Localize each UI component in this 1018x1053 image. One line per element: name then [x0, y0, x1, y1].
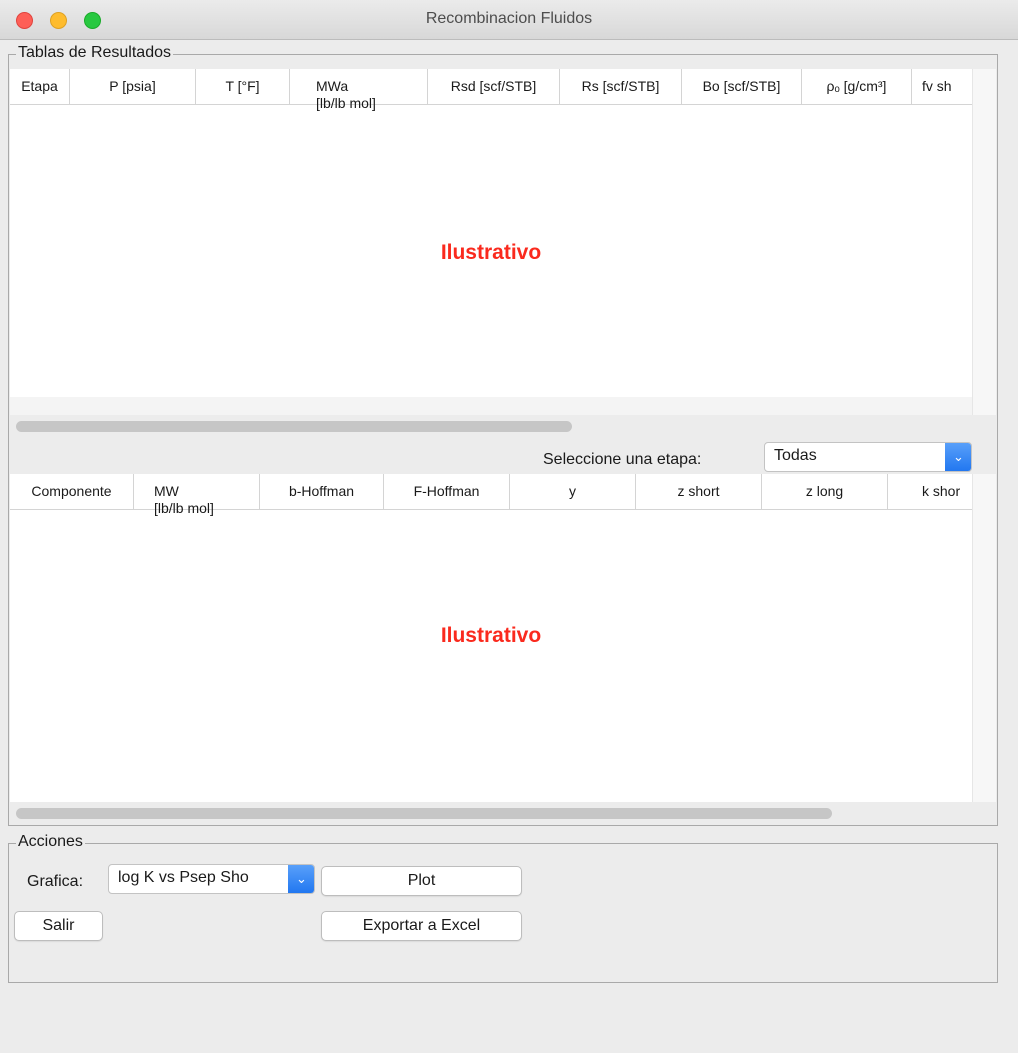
col-y[interactable]: y: [510, 474, 636, 510]
col-rs-label: Rs [scf/STB]: [581, 78, 660, 94]
stage-select-value: Todas: [774, 447, 817, 464]
components-table-header: Componente MW [lb/lb mol] b-Hoffman F-Ho…: [10, 474, 972, 516]
col-bo[interactable]: Bo [scf/STB]: [682, 69, 802, 105]
results-table-header: Etapa P [psia] T [°F] MWa [lb/lb mol] Rs…: [10, 69, 972, 111]
results-table[interactable]: Etapa P [psia] T [°F] MWa [lb/lb mol] Rs…: [10, 69, 972, 415]
title-bar: Recombinacion Fluidos: [0, 0, 1018, 40]
graph-select-value: log K vs Psep Sho: [118, 869, 249, 886]
col-fv-label: fv sh: [922, 78, 952, 94]
components-table-vscroll[interactable]: [972, 474, 996, 802]
col-mwa[interactable]: MWa [lb/lb mol]: [290, 69, 428, 111]
results-table-hscroll-track: [10, 397, 972, 415]
results-table-placeholder: Ilustrativo: [440, 241, 542, 264]
col-z-long[interactable]: z long: [762, 474, 888, 510]
col-t-label: T [°F]: [225, 78, 260, 94]
col-etapa[interactable]: Etapa: [10, 69, 70, 105]
graph-select-label: Grafica:: [27, 873, 84, 890]
stage-select-label: Seleccione una etapa:: [543, 451, 702, 468]
col-componente[interactable]: Componente: [10, 474, 134, 510]
col-rho[interactable]: ρₒ [g/cm³]: [802, 69, 912, 105]
components-table-placeholder: Ilustrativo: [440, 624, 542, 647]
graph-select[interactable]: log K vs Psep Sho ⌄: [108, 864, 315, 894]
col-z-long-label: z long: [805, 483, 844, 499]
col-bo-label: Bo [scf/STB]: [702, 78, 781, 94]
window-title: Recombinacion Fluidos: [425, 10, 593, 27]
col-mw[interactable]: MW [lb/lb mol]: [134, 474, 260, 516]
col-mw-unit: [lb/lb mol]: [154, 500, 214, 516]
col-rho-label: ρₒ [g/cm³]: [826, 78, 887, 94]
col-b-hoffman-label: b-Hoffman: [288, 483, 355, 499]
col-p[interactable]: P [psia]: [70, 69, 196, 105]
col-etapa-label: Etapa: [21, 78, 58, 94]
col-z-short[interactable]: z short: [636, 474, 762, 510]
results-table-vscroll[interactable]: [972, 69, 996, 415]
actions-group-label: Acciones: [16, 833, 85, 851]
col-componente-label: Componente: [31, 483, 112, 499]
col-t[interactable]: T [°F]: [196, 69, 290, 105]
col-rsd-label: Rsd [scf/STB]: [450, 78, 537, 94]
col-k-short[interactable]: k shor: [888, 474, 972, 510]
col-rs[interactable]: Rs [scf/STB]: [560, 69, 682, 105]
components-table[interactable]: Componente MW [lb/lb mol] b-Hoffman F-Ho…: [10, 474, 972, 802]
results-table-hscroll-thumb[interactable]: [16, 421, 572, 432]
col-k-short-label: k shor: [922, 483, 961, 499]
col-fv[interactable]: fv sh: [912, 69, 972, 105]
chevron-down-icon: ⌄: [945, 443, 971, 471]
col-mwa-label: MWa: [316, 78, 349, 94]
col-f-hoffman[interactable]: F-Hoffman: [384, 474, 510, 510]
results-group-label: Tablas de Resultados: [16, 44, 173, 62]
components-table-hscroll-thumb[interactable]: [16, 808, 832, 819]
col-f-hoffman-label: F-Hoffman: [413, 483, 480, 499]
col-p-label: P [psia]: [109, 78, 156, 94]
exit-button[interactable]: Salir: [14, 911, 103, 941]
col-mw-label: MW: [154, 483, 179, 499]
plot-button[interactable]: Plot: [321, 866, 522, 896]
stage-select[interactable]: Todas ⌄: [764, 442, 972, 472]
export-excel-button[interactable]: Exportar a Excel: [321, 911, 522, 941]
col-mwa-unit: [lb/lb mol]: [316, 95, 376, 111]
col-b-hoffman[interactable]: b-Hoffman: [260, 474, 384, 510]
col-y-label: y: [569, 483, 576, 499]
col-z-short-label: z short: [677, 483, 720, 499]
chevron-down-icon: ⌄: [288, 865, 314, 893]
col-rsd[interactable]: Rsd [scf/STB]: [428, 69, 560, 105]
